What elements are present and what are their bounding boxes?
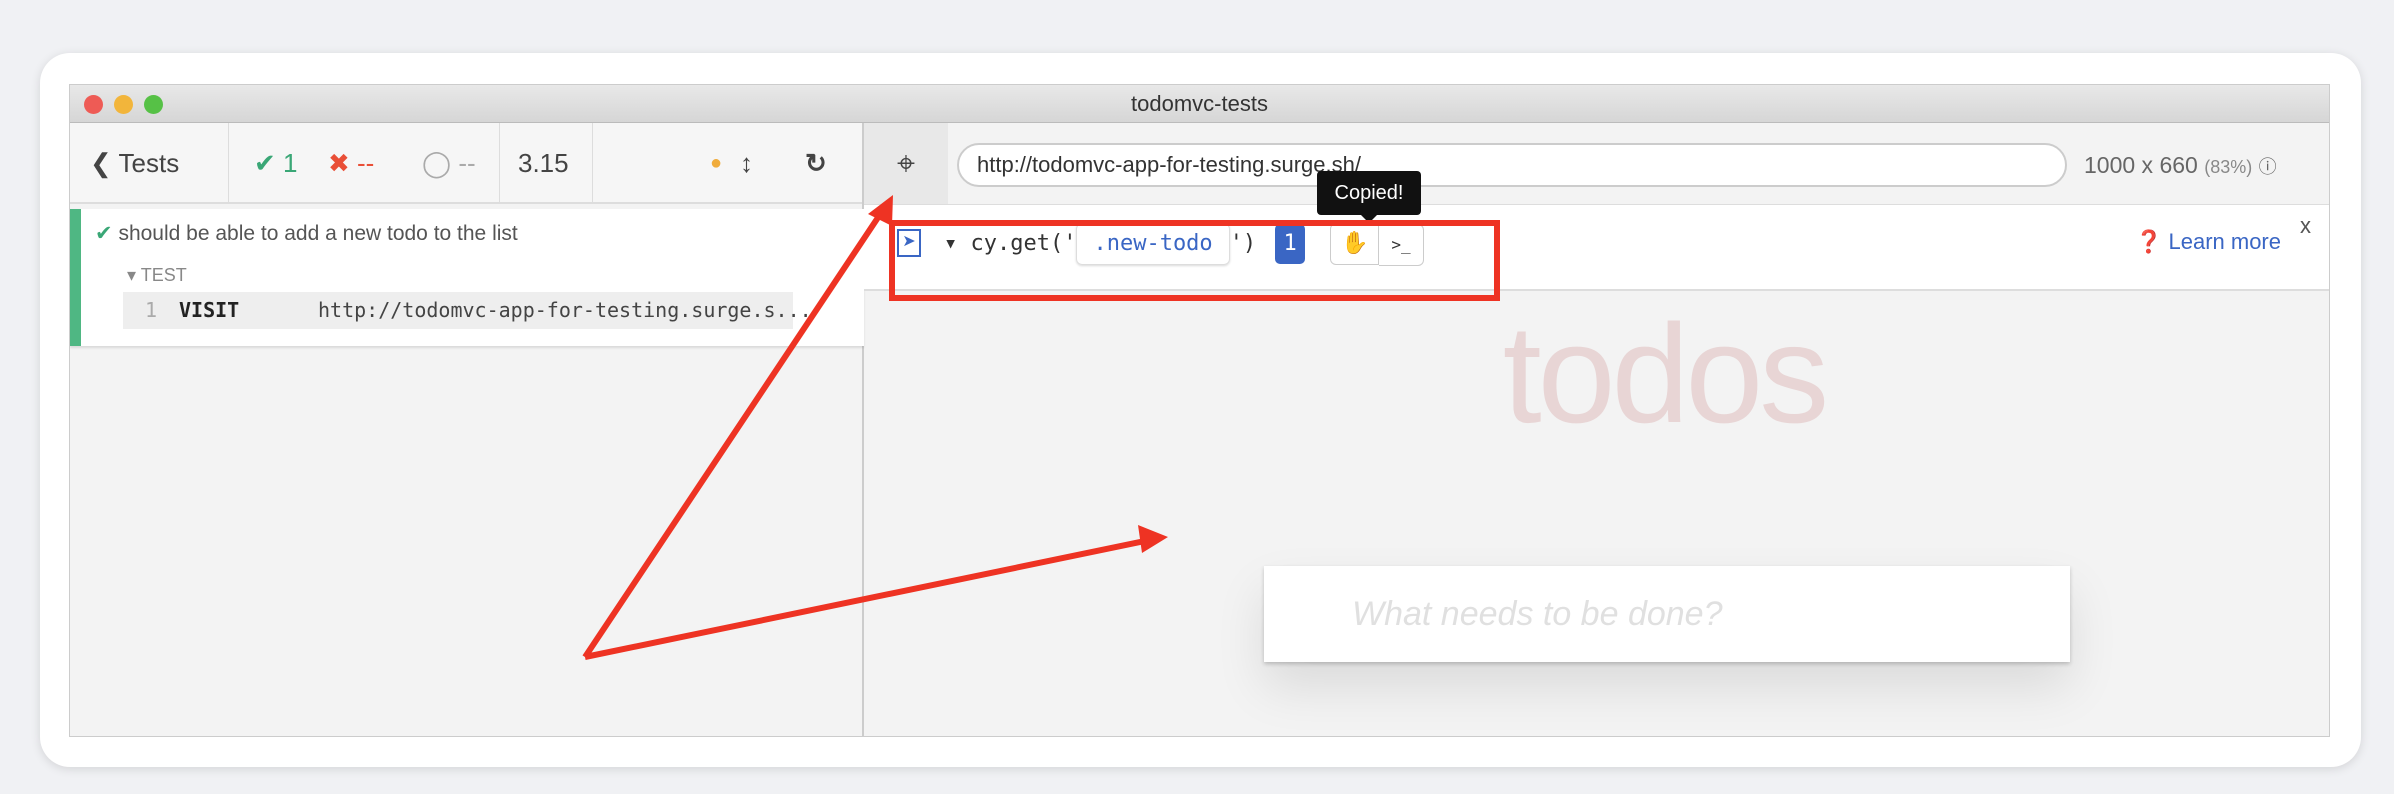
arrowhead-icon [1138, 525, 1168, 553]
highlight-box [889, 220, 1500, 301]
arrow-to-playground [582, 208, 886, 659]
arrow-to-input [584, 537, 1151, 660]
annotation-overlay [582, 195, 1500, 660]
arrowhead-icon [868, 195, 893, 226]
